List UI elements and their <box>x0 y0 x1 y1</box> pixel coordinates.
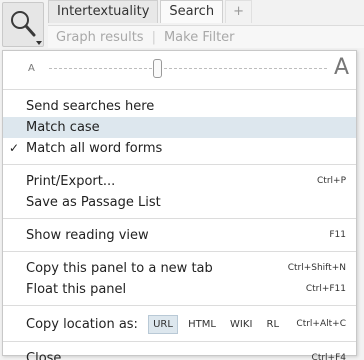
menu-item-label: Match all word forms <box>26 141 163 156</box>
menu-item-match-all-forms[interactable]: ✓ Match all word forms <box>3 138 356 159</box>
menu-item-label: Save as Passage List <box>26 195 161 210</box>
copy-format-url[interactable]: URL <box>148 315 178 334</box>
menu-divider <box>3 341 356 342</box>
menu-item-match-case[interactable]: Match case <box>3 117 356 138</box>
menu-item-show-reading-view[interactable]: Show reading view F11 <box>3 225 356 246</box>
menu-item-label: Match case <box>26 120 100 135</box>
tab-strip: Intertextuality Search + <box>48 0 254 24</box>
menu-item-shortcut: Ctrl+P <box>317 176 346 186</box>
copy-format-html[interactable]: HTML <box>184 316 220 333</box>
menu-item-label: Float this panel <box>26 282 127 297</box>
menu-item-shortcut: F11 <box>329 230 346 240</box>
app-root: Intertextuality Search + Graph results |… <box>0 0 364 360</box>
menu-divider <box>3 305 356 306</box>
menu-item-float-panel[interactable]: Float this panel Ctrl+F11 <box>3 279 356 300</box>
menu-item-label: Copy location as: <box>26 317 138 332</box>
make-filter-button[interactable]: Make Filter <box>164 30 235 45</box>
graph-results-button[interactable]: Graph results <box>56 30 144 45</box>
subbar-separator: | <box>151 29 156 45</box>
font-size-slider-row: A A <box>3 51 356 89</box>
search-menu-button[interactable] <box>2 2 44 47</box>
menu-item-label: Show reading view <box>26 228 149 243</box>
menu-item-close[interactable]: Close Ctrl+F4 <box>3 348 356 360</box>
magnifier-icon <box>11 11 36 37</box>
menu-divider <box>3 251 356 252</box>
top-toolbar: Intertextuality Search + Graph results |… <box>0 0 364 49</box>
caret-down-icon <box>36 41 42 45</box>
font-size-slider-thumb[interactable] <box>152 59 162 78</box>
menu-divider <box>3 89 356 90</box>
menu-item-shortcut: Ctrl+Shift+N <box>287 263 346 273</box>
menu-item-print-export[interactable]: Print/Export... Ctrl+P <box>3 171 356 192</box>
menu-item-label: Send searches here <box>26 99 155 114</box>
tab-intertextuality[interactable]: Intertextuality <box>48 0 159 23</box>
menu-item-copy-panel[interactable]: Copy this panel to a new tab Ctrl+Shift+… <box>3 258 356 279</box>
menu-item-shortcut: Ctrl+F11 <box>305 284 346 294</box>
checkmark-icon: ✓ <box>9 141 20 155</box>
menu-divider <box>3 164 356 165</box>
tab-search[interactable]: Search <box>160 0 224 23</box>
search-subbar: Graph results | Make Filter <box>48 25 364 48</box>
menu-item-shortcut: Ctrl+Alt+C <box>296 319 346 329</box>
menu-item-send-searches[interactable]: Send searches here <box>3 96 356 117</box>
menu-item-label: Copy this panel to a new tab <box>26 261 213 276</box>
menu-item-save-passage-list[interactable]: Save as Passage List <box>3 192 356 213</box>
menu-item-label: Close <box>26 351 62 360</box>
menu-divider <box>3 218 356 219</box>
search-options-menu: A A Send searches here Match case ✓ Matc… <box>2 50 357 360</box>
font-size-small-label: A <box>28 63 35 74</box>
font-size-large-label: A <box>334 55 350 80</box>
menu-item-copy-location[interactable]: Copy location as: URL HTML WIKI RL Ctrl+… <box>3 312 356 337</box>
copy-format-rl[interactable]: RL <box>263 316 284 333</box>
add-tab-button[interactable]: + <box>225 0 252 23</box>
font-size-slider-track[interactable] <box>49 68 327 69</box>
menu-item-label: Print/Export... <box>26 174 116 189</box>
menu-item-shortcut: Ctrl+F4 <box>311 353 346 360</box>
copy-format-wiki[interactable]: WIKI <box>226 316 256 333</box>
